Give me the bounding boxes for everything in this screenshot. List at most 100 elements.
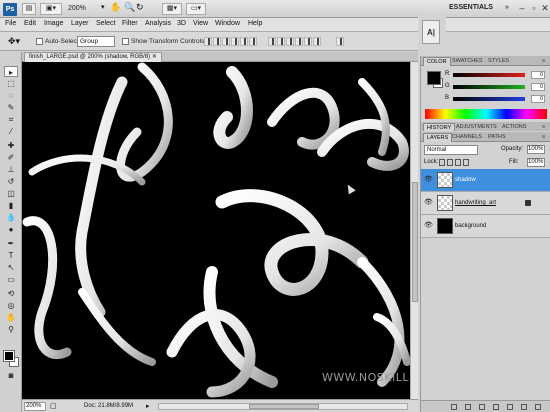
workspace-dropdown-icon[interactable]: »: [505, 4, 509, 11]
distribute-right-icon[interactable]: [313, 37, 321, 46]
type-tool-icon[interactable]: T: [4, 250, 18, 261]
bridge-icon[interactable]: ▤: [22, 3, 36, 15]
lock-image-icon[interactable]: [447, 159, 453, 166]
channel-value[interactable]: 0: [531, 83, 545, 91]
distribute-hcenter-icon[interactable]: [304, 37, 312, 46]
slider-green[interactable]: G 0: [445, 83, 549, 92]
move-tool-icon[interactable]: ✥▾: [8, 36, 20, 47]
close-icon[interactable]: ✕: [538, 2, 550, 14]
foreground-color-swatch[interactable]: [3, 350, 15, 362]
mini-bridge-icon[interactable]: ▣▾: [40, 3, 62, 15]
link-layers-icon[interactable]: [451, 404, 457, 410]
visibility-eye-icon[interactable]: 👁: [424, 176, 433, 184]
crop-tool-icon[interactable]: ⌗: [4, 114, 18, 125]
tab-layers[interactable]: LAYERS: [423, 133, 453, 142]
menu-item-image[interactable]: Image: [44, 20, 63, 27]
zoom-select[interactable]: 200%: [68, 3, 100, 15]
slider-blue[interactable]: B 0: [445, 95, 549, 104]
healing-brush-tool-icon[interactable]: ✚: [4, 140, 18, 151]
color-spectrum-bar[interactable]: [425, 109, 547, 119]
layer-row-background[interactable]: 👁 background: [421, 215, 550, 238]
menu-item-file[interactable]: File: [5, 20, 16, 27]
hand-tool-icon[interactable]: ✋: [4, 312, 18, 323]
layer-style-icon[interactable]: [465, 404, 471, 410]
document-canvas[interactable]: WWW.NOSKILL1343.com: [22, 62, 410, 399]
menu-item-select[interactable]: Select: [96, 20, 115, 27]
menu-item-window[interactable]: Window: [215, 20, 240, 27]
tab-paths[interactable]: PATHS: [485, 133, 509, 142]
menu-item-3d[interactable]: 3D: [177, 20, 186, 27]
tab-channels[interactable]: CHANNELS: [449, 133, 485, 142]
distribute-bottom-icon[interactable]: [286, 37, 294, 46]
status-zoom-field[interactable]: 200%: [24, 402, 46, 411]
quick-select-tool-icon[interactable]: ✎: [4, 102, 18, 113]
color-fg-swatch[interactable]: [427, 71, 441, 85]
brush-tool-icon[interactable]: ✐: [4, 152, 18, 163]
hand-tool-icon[interactable]: ✋: [110, 2, 121, 13]
distribute-left-icon[interactable]: [295, 37, 303, 46]
eraser-tool-icon[interactable]: ◫: [4, 188, 18, 199]
scrollbar-thumb[interactable]: [249, 404, 319, 409]
new-layer-icon[interactable]: [521, 404, 527, 410]
marquee-tool-icon[interactable]: ⬚: [4, 78, 18, 89]
auto-select-dropdown[interactable]: Group: [77, 36, 115, 47]
tab-swatches[interactable]: SWATCHES: [449, 57, 486, 66]
distribute-top-icon[interactable]: [268, 37, 276, 46]
menu-item-view[interactable]: View: [193, 20, 208, 27]
new-group-icon[interactable]: [507, 404, 513, 410]
eyedropper-tool-icon[interactable]: ⁄: [4, 126, 18, 137]
status-menu-arrow-icon[interactable]: ▸: [146, 402, 150, 410]
arrange-documents-icon[interactable]: ▦▾: [162, 3, 182, 15]
scrollbar-thumb[interactable]: [412, 182, 418, 302]
blend-mode-select[interactable]: Normal: [424, 145, 478, 155]
move-tool-icon[interactable]: ▸: [4, 66, 18, 77]
quick-mask-icon[interactable]: ◙: [4, 370, 18, 381]
slider-track[interactable]: [453, 73, 525, 77]
layer-row-handwriting-art[interactable]: 👁 handwriting_art: [421, 192, 550, 215]
channel-value[interactable]: 0: [531, 95, 545, 103]
lock-transparent-icon[interactable]: [439, 159, 445, 166]
canvas-horizontal-scrollbar[interactable]: [158, 403, 408, 410]
zoom-dropdown-icon[interactable]: ▾: [101, 3, 105, 11]
align-vcenter-icon[interactable]: [213, 37, 221, 46]
menu-item-analysis[interactable]: Analysis: [145, 20, 171, 27]
clone-stamp-tool-icon[interactable]: ⊥: [4, 164, 18, 175]
panel-menu-icon[interactable]: ≡: [539, 133, 548, 142]
slider-track[interactable]: [453, 85, 525, 89]
dodge-tool-icon[interactable]: ●: [4, 224, 18, 235]
shape-tool-icon[interactable]: ▭: [4, 274, 18, 285]
opacity-field[interactable]: 100%: [527, 145, 545, 154]
tab-color[interactable]: COLOR: [423, 57, 451, 66]
close-icon[interactable]: ✕: [152, 54, 157, 60]
zoom-tool-icon[interactable]: ⚲: [4, 324, 18, 335]
layer-mask-icon[interactable]: [479, 404, 485, 410]
lasso-tool-icon[interactable]: ◌: [4, 90, 18, 101]
rotate-view-icon[interactable]: ↻: [136, 2, 144, 13]
align-bottom-icon[interactable]: [222, 37, 230, 46]
document-tab[interactable]: finish_LARGE.psd @ 200% (shadow, RGB/8) …: [24, 52, 162, 62]
menu-item-edit[interactable]: Edit: [24, 20, 36, 27]
pen-tool-icon[interactable]: ✒: [4, 238, 18, 249]
visibility-eye-icon[interactable]: 👁: [424, 222, 433, 230]
gradient-tool-icon[interactable]: ▮: [4, 200, 18, 211]
auto-select-checkbox[interactable]: [36, 38, 43, 45]
menu-item-filter[interactable]: Filter: [122, 20, 138, 27]
channel-value[interactable]: 0: [531, 71, 545, 79]
align-left-icon[interactable]: [231, 37, 239, 46]
slider-track[interactable]: [453, 97, 525, 101]
adjustment-layer-icon[interactable]: [493, 404, 499, 410]
distribute-vcenter-icon[interactable]: [277, 37, 285, 46]
path-selection-tool-icon[interactable]: ↖: [4, 262, 18, 273]
screen-mode-icon[interactable]: ▭▾: [186, 3, 206, 15]
panel-menu-icon[interactable]: ≡: [539, 57, 548, 66]
workspace-switcher[interactable]: ESSENTIALS: [449, 4, 493, 11]
status-info-icon[interactable]: ▢: [50, 402, 57, 410]
blur-tool-icon[interactable]: 💧: [4, 212, 18, 223]
menu-item-layer[interactable]: Layer: [71, 20, 89, 27]
canvas-vertical-scrollbar[interactable]: [410, 62, 418, 399]
3d-rotate-tool-icon[interactable]: ⟲: [4, 288, 18, 299]
slider-red[interactable]: R 0: [445, 71, 549, 80]
zoom-tool-icon[interactable]: 🔍: [124, 2, 135, 13]
show-transform-checkbox[interactable]: [122, 38, 129, 45]
layer-row-shadow[interactable]: 👁 shadow: [421, 169, 550, 192]
